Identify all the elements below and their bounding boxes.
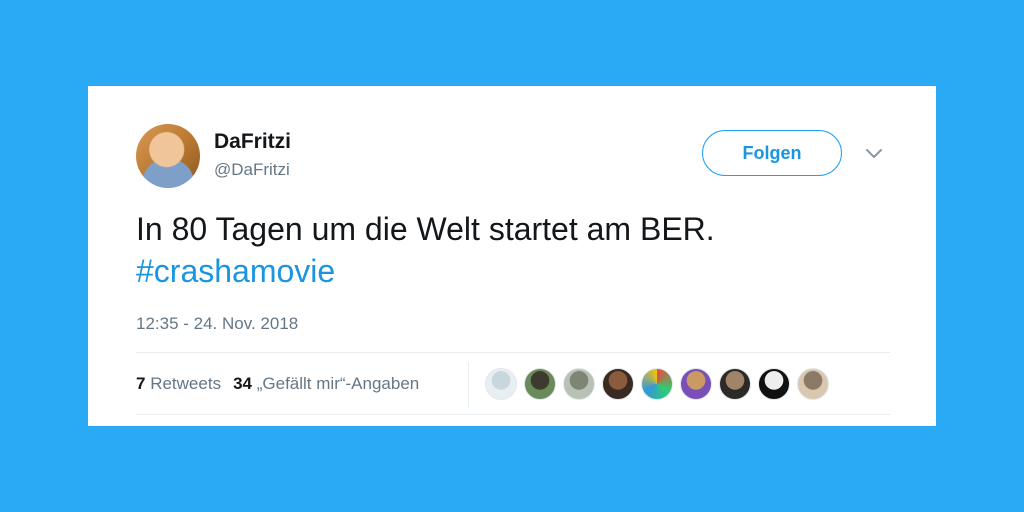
- tweet-timestamp[interactable]: 12:35 - 24. Nov. 2018: [136, 314, 298, 334]
- liker-avatars: [485, 368, 829, 400]
- user-handle[interactable]: @DaFritzi: [214, 160, 290, 180]
- liker-avatar-2[interactable]: [524, 368, 556, 400]
- stats-top-divider: [136, 352, 890, 353]
- follow-button[interactable]: Folgen: [702, 130, 842, 176]
- liker-avatar-1[interactable]: [485, 368, 517, 400]
- tweet-card: DaFritzi @DaFritzi Folgen In 80 Tagen um…: [88, 86, 936, 426]
- liker-avatar-5[interactable]: [641, 368, 673, 400]
- liker-avatar-9[interactable]: [797, 368, 829, 400]
- retweets-stat[interactable]: 7 Retweets: [136, 374, 221, 393]
- retweets-label: Retweets: [150, 374, 222, 393]
- hashtag-link[interactable]: #crashamovie: [136, 250, 896, 292]
- stats-vertical-divider: [468, 362, 469, 408]
- likes-stat[interactable]: 34 „Gefällt mir“-Angaben: [233, 374, 419, 393]
- stats-bottom-divider: [136, 414, 890, 415]
- chevron-down-icon[interactable]: [864, 144, 884, 164]
- liker-avatar-3[interactable]: [563, 368, 595, 400]
- liker-avatar-6[interactable]: [680, 368, 712, 400]
- tweet-text: In 80 Tagen um die Welt startet am BER. …: [136, 208, 896, 292]
- tweet-stats: 7 Retweets 34 „Gefällt mir“-Angaben: [136, 374, 419, 394]
- retweets-count: 7: [136, 374, 146, 393]
- tweet-body: In 80 Tagen um die Welt startet am BER.: [136, 211, 715, 247]
- liker-avatar-4[interactable]: [602, 368, 634, 400]
- likes-count: 34: [233, 374, 252, 393]
- likes-label: „Gefällt mir“-Angaben: [256, 374, 420, 393]
- user-avatar[interactable]: [136, 124, 200, 188]
- liker-avatar-8[interactable]: [758, 368, 790, 400]
- user-display-name[interactable]: DaFritzi: [214, 130, 291, 154]
- liker-avatar-7[interactable]: [719, 368, 751, 400]
